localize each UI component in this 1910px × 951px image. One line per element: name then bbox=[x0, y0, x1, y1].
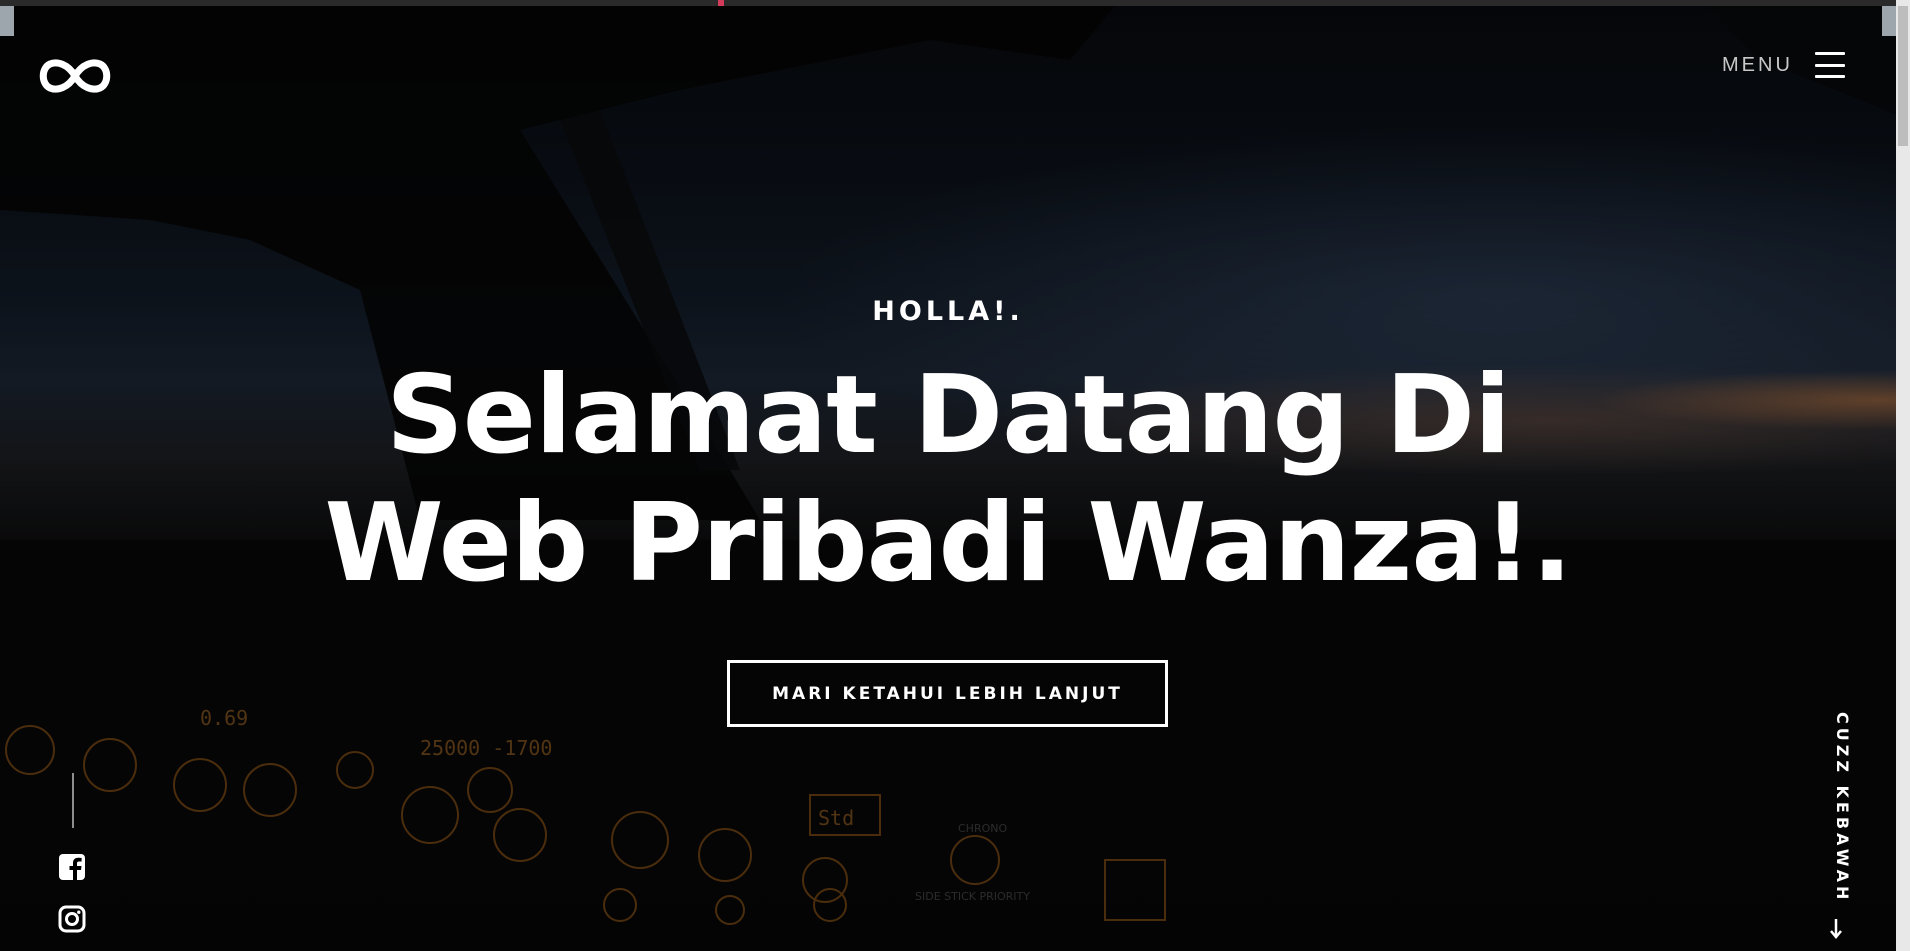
social-divider bbox=[72, 773, 74, 828]
window-top-edge bbox=[0, 0, 1910, 6]
menu-label: MENU bbox=[1722, 53, 1793, 76]
window-corner-left bbox=[0, 6, 14, 36]
hero-pre-title: HOLLA!. bbox=[872, 296, 1024, 327]
instagram-icon[interactable] bbox=[58, 905, 86, 933]
scroll-down-label[interactable]: CUZZ KEBAWAH bbox=[1833, 712, 1852, 903]
learn-more-button[interactable]: MARI KETAHUI LEBIH LANJUT bbox=[727, 660, 1168, 727]
arrow-down-icon[interactable] bbox=[1826, 918, 1846, 940]
infinity-icon[interactable] bbox=[38, 56, 112, 96]
hero-title: Selamat Datang Di Web Pribadi Wanza!. bbox=[0, 352, 1896, 608]
hero-title-line1: Selamat Datang Di bbox=[385, 353, 1511, 478]
menu-button[interactable]: MENU bbox=[1722, 52, 1845, 78]
hero-title-line2: Web Pribadi Wanza!. bbox=[324, 481, 1572, 606]
facebook-icon[interactable] bbox=[58, 853, 86, 881]
page-scrollbar[interactable] bbox=[1896, 0, 1910, 951]
window-corner-right bbox=[1882, 6, 1896, 36]
hamburger-icon[interactable] bbox=[1814, 52, 1845, 78]
scrollbar-thumb[interactable] bbox=[1898, 6, 1908, 146]
